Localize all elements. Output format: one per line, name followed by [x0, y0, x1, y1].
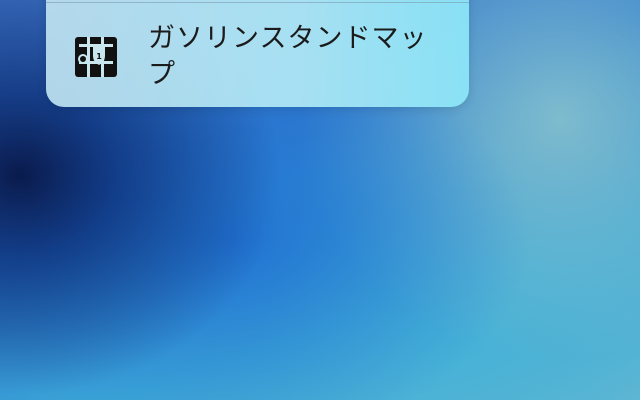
quick-action-gas-station-map[interactable]: 1 ガソリンスタンドマップ — [46, 3, 469, 107]
quick-action-menu: 1 ガソリンスタンドマップ — [46, 0, 469, 107]
svg-text:1: 1 — [96, 52, 102, 61]
quick-action-label: ガソリンスタンドマップ — [148, 23, 428, 90]
gas-station-map-icon: 1 — [74, 35, 118, 79]
